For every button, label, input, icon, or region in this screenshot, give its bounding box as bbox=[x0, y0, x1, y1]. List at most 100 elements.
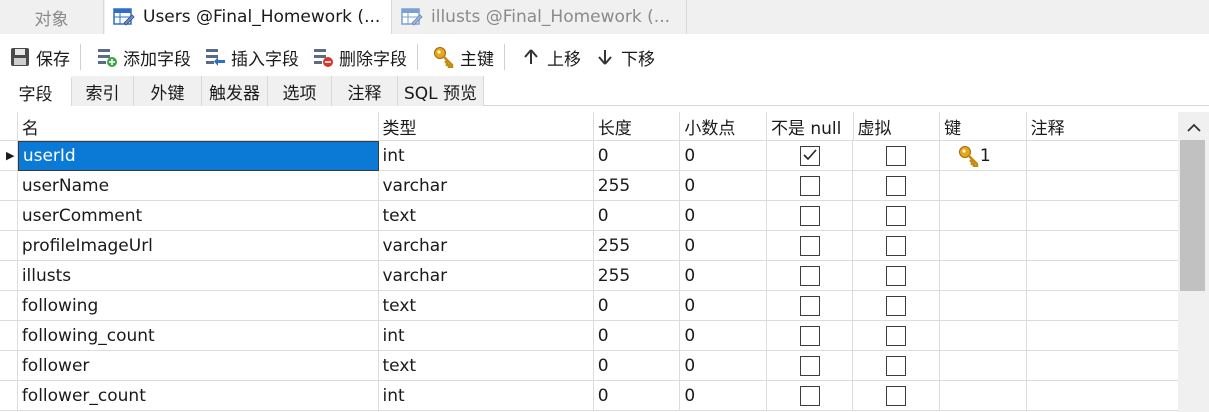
field-length-cell[interactable]: 255 bbox=[593, 261, 681, 291]
save-button[interactable]: 保存 bbox=[4, 42, 74, 72]
field-key-cell[interactable] bbox=[939, 261, 1027, 291]
field-length-cell[interactable]: 0 bbox=[593, 291, 681, 321]
field-name-cell[interactable]: userId bbox=[17, 141, 379, 171]
virtual-checkbox[interactable] bbox=[886, 295, 907, 316]
tab-users-design[interactable]: Users @Final_Homework (... bbox=[105, 0, 392, 34]
field-length-cell[interactable]: 0 bbox=[593, 351, 681, 381]
field-decimals-cell[interactable]: 0 bbox=[680, 351, 767, 381]
field-name-cell[interactable]: illusts bbox=[17, 261, 379, 291]
field-key-cell[interactable] bbox=[939, 231, 1027, 261]
field-type-cell[interactable]: varchar bbox=[378, 231, 594, 261]
scrollbar-thumb[interactable] bbox=[1180, 140, 1205, 291]
virtual-checkbox[interactable] bbox=[886, 265, 907, 286]
field-comment-cell[interactable] bbox=[1026, 141, 1178, 171]
not-null-checkbox[interactable] bbox=[799, 265, 820, 286]
field-key-cell[interactable] bbox=[939, 201, 1027, 231]
virtual-checkbox[interactable] bbox=[886, 355, 907, 376]
field-comment-cell[interactable] bbox=[1026, 261, 1178, 291]
field-comment-cell[interactable] bbox=[1026, 171, 1178, 201]
field-type-cell[interactable]: varchar bbox=[378, 171, 594, 201]
field-length-cell[interactable]: 0 bbox=[593, 321, 681, 351]
field-comment-cell[interactable] bbox=[1026, 201, 1178, 231]
column-header-length[interactable]: 长度 bbox=[593, 112, 681, 141]
virtual-checkbox[interactable] bbox=[886, 205, 907, 226]
field-decimals-cell[interactable]: 0 bbox=[680, 291, 767, 321]
field-decimals-cell[interactable]: 0 bbox=[680, 171, 767, 201]
field-comment-cell[interactable] bbox=[1026, 351, 1178, 381]
subtab-comment[interactable]: 注释 bbox=[332, 76, 398, 106]
field-name-cell[interactable]: following bbox=[17, 291, 379, 321]
field-comment-cell[interactable] bbox=[1026, 231, 1178, 261]
virtual-checkbox[interactable] bbox=[886, 385, 907, 406]
not-null-checkbox[interactable] bbox=[799, 355, 820, 376]
field-length-cell[interactable]: 0 bbox=[593, 141, 681, 171]
subtab-triggers[interactable]: 触发器 bbox=[202, 76, 268, 106]
field-type-cell[interactable]: int bbox=[378, 321, 594, 351]
subtab-sql-preview[interactable]: SQL 预览 bbox=[398, 76, 484, 106]
field-key-cell[interactable] bbox=[939, 291, 1027, 321]
table-row[interactable]: profileImageUrl varchar 255 0 bbox=[0, 231, 1178, 261]
virtual-checkbox[interactable] bbox=[886, 325, 907, 346]
field-key-cell[interactable] bbox=[939, 351, 1027, 381]
row-indicator[interactable] bbox=[0, 231, 18, 261]
scroll-up-button[interactable] bbox=[1178, 116, 1209, 140]
field-key-cell[interactable] bbox=[939, 321, 1027, 351]
field-length-cell[interactable]: 255 bbox=[593, 231, 681, 261]
column-header-not-null[interactable]: 不是 null bbox=[766, 112, 854, 141]
column-header-type[interactable]: 类型 bbox=[378, 112, 594, 141]
column-header-name[interactable]: 名 bbox=[17, 112, 379, 141]
row-indicator[interactable] bbox=[0, 291, 18, 321]
delete-field-button[interactable]: 删除字段 bbox=[307, 42, 411, 72]
row-indicator[interactable] bbox=[0, 381, 18, 411]
field-decimals-cell[interactable]: 0 bbox=[680, 321, 767, 351]
subtab-options[interactable]: 选项 bbox=[268, 76, 332, 106]
field-type-cell[interactable]: text bbox=[378, 201, 594, 231]
not-null-checkbox[interactable] bbox=[799, 235, 820, 256]
field-type-cell[interactable]: text bbox=[378, 291, 594, 321]
move-up-button[interactable]: 上移 bbox=[515, 42, 585, 72]
subtab-fields[interactable]: 字段 bbox=[0, 76, 72, 106]
table-row[interactable]: following_count int 0 0 bbox=[0, 321, 1178, 351]
table-row[interactable]: illusts varchar 255 0 bbox=[0, 261, 1178, 291]
row-indicator[interactable]: ▶ bbox=[0, 141, 18, 171]
field-name-cell[interactable]: follower_count bbox=[17, 381, 379, 411]
tab-objects[interactable]: 对象 bbox=[0, 0, 104, 34]
virtual-checkbox[interactable] bbox=[886, 175, 907, 196]
field-length-cell[interactable]: 0 bbox=[593, 381, 681, 411]
field-type-cell[interactable]: varchar bbox=[378, 261, 594, 291]
not-null-checkbox[interactable] bbox=[799, 385, 820, 406]
row-indicator[interactable] bbox=[0, 201, 18, 231]
field-name-cell[interactable]: userName bbox=[17, 171, 379, 201]
row-indicator[interactable] bbox=[0, 351, 18, 381]
not-null-checkbox[interactable] bbox=[799, 295, 820, 316]
field-comment-cell[interactable] bbox=[1026, 321, 1178, 351]
field-decimals-cell[interactable]: 0 bbox=[680, 141, 767, 171]
not-null-checkbox[interactable] bbox=[799, 175, 820, 196]
column-header-key[interactable]: 键 bbox=[940, 112, 1027, 141]
field-name-cell[interactable]: follower bbox=[17, 351, 379, 381]
column-header-virtual[interactable]: 虚拟 bbox=[853, 112, 941, 141]
column-header-comment[interactable]: 注释 bbox=[1026, 112, 1179, 141]
subtab-indexes[interactable]: 索引 bbox=[72, 76, 134, 106]
field-comment-cell[interactable] bbox=[1026, 291, 1178, 321]
field-type-cell[interactable]: int bbox=[378, 141, 594, 171]
move-down-button[interactable]: 下移 bbox=[589, 42, 659, 72]
field-decimals-cell[interactable]: 0 bbox=[680, 201, 767, 231]
table-row[interactable]: userComment text 0 0 bbox=[0, 201, 1178, 231]
table-row[interactable]: userName varchar 255 0 bbox=[0, 171, 1178, 201]
field-length-cell[interactable]: 255 bbox=[593, 171, 681, 201]
table-row[interactable]: ▶ userId int 0 0 1 bbox=[0, 141, 1178, 171]
virtual-checkbox[interactable] bbox=[886, 145, 907, 166]
table-row[interactable]: following text 0 0 bbox=[0, 291, 1178, 321]
row-indicator[interactable] bbox=[0, 261, 18, 291]
field-key-cell[interactable] bbox=[939, 381, 1027, 411]
field-type-cell[interactable]: int bbox=[378, 381, 594, 411]
column-header-decimals[interactable]: 小数点 bbox=[680, 112, 767, 141]
field-name-cell[interactable]: following_count bbox=[17, 321, 379, 351]
row-indicator[interactable] bbox=[0, 171, 18, 201]
table-row[interactable]: follower text 0 0 bbox=[0, 351, 1178, 381]
not-null-checkbox[interactable] bbox=[799, 205, 820, 226]
field-decimals-cell[interactable]: 0 bbox=[680, 381, 767, 411]
add-field-button[interactable]: 添加字段 bbox=[91, 42, 195, 72]
field-name-cell[interactable]: profileImageUrl bbox=[17, 231, 379, 261]
